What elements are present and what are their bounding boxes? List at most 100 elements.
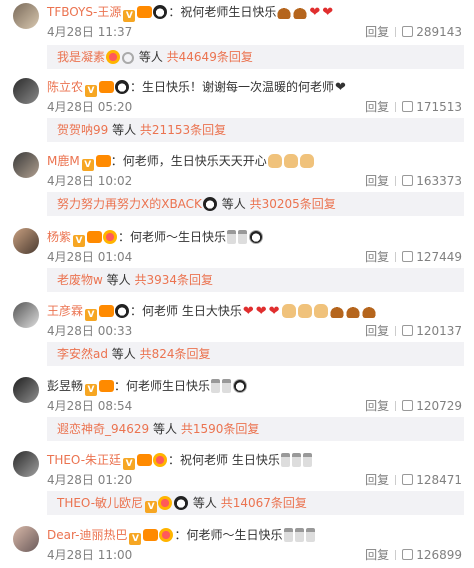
- sub-replies-link[interactable]: 我是凝素 等人 共44649条回复: [47, 45, 464, 69]
- heart-emoji-icon: ❤: [268, 304, 280, 319]
- like-count: 120137: [416, 324, 462, 338]
- like-button[interactable]: 120137: [402, 324, 462, 338]
- avatar[interactable]: [13, 228, 39, 254]
- reply-count[interactable]: 共30205条回复: [250, 197, 336, 211]
- comment-line: 杨紫 V ：何老师～生日快乐: [47, 228, 264, 247]
- like-button[interactable]: 128471: [402, 473, 462, 487]
- reply-username[interactable]: 贺贺呐99: [57, 123, 108, 137]
- comment-feed: TFBOYS-王源 V ：祝何老师生日快乐 ❤ ❤ 4月28日 11:37 回复 2891…: [0, 0, 474, 568]
- clap-emoji-icon: [313, 304, 328, 318]
- like-button[interactable]: 171513: [402, 100, 462, 114]
- comment-actions: 回复 120729: [365, 397, 462, 414]
- reply-username[interactable]: 努力努力再努力X的XBACK: [57, 197, 202, 211]
- timestamp: 4月28日 00:33: [47, 324, 133, 338]
- avatar[interactable]: [13, 152, 39, 178]
- vip-badge-icon: [137, 454, 153, 466]
- reply-count[interactable]: 共21153条回复: [140, 123, 226, 137]
- like-button[interactable]: 163373: [402, 174, 462, 188]
- like-button[interactable]: 127449: [402, 250, 462, 264]
- sub-replies-link[interactable]: 遐恋神奇_94629 等人 共1590条回复: [47, 417, 464, 441]
- thumbs-up-icon: [402, 549, 414, 560]
- verified-badge-icon: V: [85, 384, 98, 396]
- like-button[interactable]: 120729: [402, 399, 462, 413]
- username-link[interactable]: THEO-朱正廷: [47, 453, 121, 467]
- vip-badge-icon: [95, 155, 111, 167]
- username-link[interactable]: TFBOYS-王源: [47, 5, 121, 19]
- comment-line: 彭昱畅 V ：何老师生日快乐: [47, 377, 248, 396]
- reply-username[interactable]: 遐恋神奇_94629: [57, 422, 149, 436]
- username-link[interactable]: 彭昱畅: [47, 379, 83, 393]
- avatar[interactable]: [13, 451, 39, 477]
- thumbs-up-icon: [402, 101, 414, 112]
- reply-button[interactable]: 回复: [365, 172, 389, 189]
- clap-emoji-icon: [281, 304, 296, 318]
- reply-button[interactable]: 回复: [365, 546, 389, 563]
- username-link[interactable]: 杨紫: [47, 230, 71, 244]
- reply-button[interactable]: 回复: [365, 397, 389, 414]
- cake-emoji-icon: [329, 304, 344, 318]
- flower-badge-icon: [106, 50, 121, 64]
- like-button[interactable]: 289143: [402, 25, 462, 39]
- username-link[interactable]: 陈立农: [47, 80, 83, 94]
- like-count: 120729: [416, 399, 462, 413]
- avatar[interactable]: [13, 302, 39, 328]
- verified-badge-icon: V: [145, 501, 158, 513]
- reply-button[interactable]: 回复: [365, 98, 389, 115]
- avatar[interactable]: [13, 377, 39, 403]
- reply-username[interactable]: 老废物w: [57, 273, 103, 287]
- comment-text: ：何老师 生日大快乐: [130, 304, 242, 318]
- username-link[interactable]: Dear-迪丽热巴: [47, 528, 127, 542]
- heart-emoji-icon: ❤: [255, 304, 267, 319]
- panda-emoji-icon: [174, 496, 189, 510]
- comment-text: ：何老师～生日快乐: [174, 528, 283, 542]
- reply-count[interactable]: 共44649条回复: [167, 50, 253, 64]
- comment-line: THEO-朱正廷 V ：祝何老师 生日快乐: [47, 451, 313, 470]
- sub-replies-link[interactable]: 老废物w 等人 共3934条回复: [47, 268, 464, 292]
- reply-username[interactable]: THEO-敏儿欧尼: [57, 496, 143, 510]
- clap-emoji-icon: [267, 154, 282, 168]
- candle-emoji-icon: [222, 379, 232, 393]
- avatar[interactable]: [13, 3, 39, 29]
- reply-button[interactable]: 回复: [365, 248, 389, 265]
- fireworks-emoji-icon: [233, 379, 248, 393]
- reply-count[interactable]: 共14067条回复: [221, 496, 307, 510]
- username-link[interactable]: M鹿M: [47, 154, 80, 168]
- sub-replies-link[interactable]: 贺贺呐99 等人 共21153条回复: [47, 118, 464, 142]
- reply-count[interactable]: 共3934条回复: [134, 273, 213, 287]
- reply-count[interactable]: 共1590条回复: [181, 422, 260, 436]
- thumbs-up-icon: [402, 251, 414, 262]
- thumbs-up-icon: [402, 175, 414, 186]
- username-link[interactable]: 王彦霖: [47, 304, 83, 318]
- divider: [395, 252, 397, 262]
- avatar[interactable]: [13, 526, 39, 552]
- vip-badge-icon: [99, 305, 115, 317]
- like-button[interactable]: 126899: [402, 548, 462, 562]
- panda-emoji-icon: [115, 80, 130, 94]
- like-count: 128471: [416, 473, 462, 487]
- verified-badge-icon: V: [85, 309, 98, 321]
- reply-button[interactable]: 回复: [365, 322, 389, 339]
- reply-connector: 等人: [135, 50, 167, 64]
- heart-emoji-icon: ❤: [242, 304, 254, 319]
- reply-count[interactable]: 共824条回复: [140, 347, 211, 361]
- comment-line: 陈立农 V ：生日快乐！谢谢每一次温暖的何老师❤: [47, 78, 347, 97]
- comment-actions: 回复 127449: [365, 248, 462, 265]
- candle-emoji-icon: [305, 528, 315, 542]
- vip-badge-icon: [99, 380, 115, 392]
- divider: [395, 550, 397, 560]
- flower-badge-icon: [153, 453, 168, 467]
- reply-button[interactable]: 回复: [365, 23, 389, 40]
- avatar[interactable]: [13, 78, 39, 104]
- sub-replies-link[interactable]: 李安然ad 等人 共824条回复: [47, 342, 464, 366]
- reply-username[interactable]: 李安然ad: [57, 347, 108, 361]
- divider: [395, 102, 397, 112]
- cake-emoji-icon: [361, 304, 376, 318]
- reply-button[interactable]: 回复: [365, 471, 389, 488]
- sub-replies-link[interactable]: THEO-敏儿欧尼 V 等人 共14067条回复: [47, 491, 464, 515]
- comment-line: Dear-迪丽热巴 V ：何老师～生日快乐: [47, 526, 316, 545]
- comment-text: ：祝何老师生日快乐: [168, 5, 277, 19]
- sub-replies-link[interactable]: 努力努力再努力X的XBACK 等人 共30205条回复: [47, 192, 464, 216]
- panda-emoji-icon: [115, 304, 130, 318]
- reply-username[interactable]: 我是凝素: [57, 50, 105, 64]
- ring-emoji-icon: [122, 52, 135, 64]
